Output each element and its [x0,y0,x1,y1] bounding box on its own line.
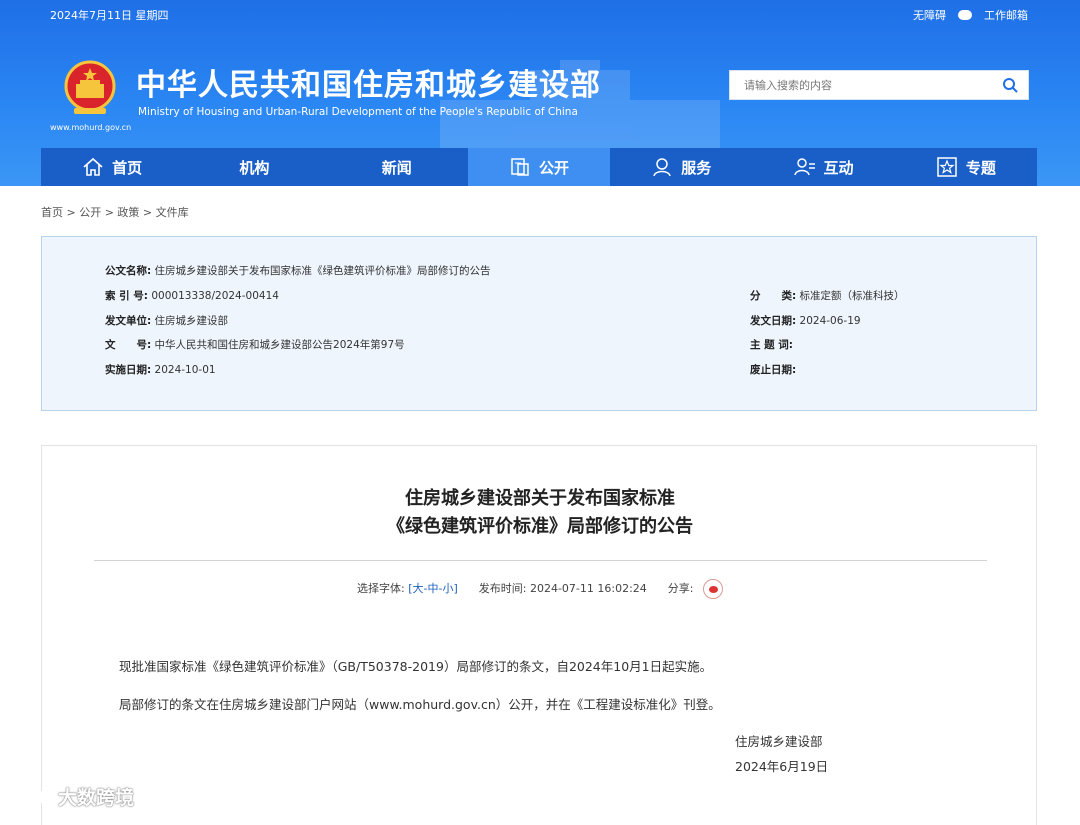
national-emblem-icon[interactable] [64,60,116,120]
service-icon [653,158,671,177]
nav-item-interact[interactable]: 互动 [752,148,894,186]
watermark: 大数跨境 [10,783,134,810]
article-paragraph-2: 局部修订的条文在住房城乡建设部门户网站（www.mohurd.gov.cn）公开… [119,697,721,712]
meta-index: 索 引 号: 000013338/2024-00414 [105,290,279,302]
interact-icon [793,158,815,176]
nav-item-news[interactable]: 新闻 [326,148,468,186]
star-icon [937,157,957,177]
home-icon [83,157,103,176]
search-icon [1003,78,1018,93]
search-button[interactable] [992,71,1028,99]
article-paragraph-1: 现批准国家标准《绿色建筑评价标准》（GB/T50378-2019）局部修订的条文… [119,659,713,674]
meta-doc-number: 文 号: 中华人民共和国住房和城乡建设部公告2024年第97号 [105,339,405,351]
font-size-small[interactable]: 小 [442,582,453,595]
nav-item-open[interactable]: 公开 [467,148,611,186]
breadcrumb[interactable]: 首页 > 公开 > 政策 > 文件库 [41,204,189,220]
site-subtitle: Ministry of Housing and Urban-Rural Deve… [138,106,578,118]
meta-subject: 主 题 词: [750,339,794,351]
article-sign-date: 2024年6月19日 [735,759,829,774]
publish-time: 2024-07-11 16:02:24 [529,582,647,595]
nav-item-home[interactable]: 首页 [41,148,183,186]
nav-item-organization[interactable]: 机构 [183,148,325,186]
weibo-share-icon[interactable] [703,579,723,599]
meta-category: 分 类: 标准定额（标准科技） [750,290,905,302]
meta-doc-name: 公文名称: 住房城乡建设部关于发布国家标准《绿色建筑评价标准》局部修订的公告 [105,265,491,277]
font-size-medium[interactable]: 中 [427,582,438,595]
work-email-link[interactable]: 工作邮箱 [984,7,1028,23]
nav-item-topics[interactable]: 专题 [895,148,1037,186]
search-input[interactable]: 请输入搜索的内容 [730,77,992,93]
meta-effective-date: 实施日期: 2024-10-01 [105,364,216,376]
meta-abolish-date: 废止日期: [750,364,797,376]
article-info-bar: 选择字体: [大-中-小] 发布时间: 2024-07-11 16:02:24 … [42,579,1038,599]
article-title-line1: 住房城乡建设部关于发布国家标准 [405,488,675,509]
main-nav: 首页 机构 新闻 公开 服务 互动 专题 [41,148,1037,186]
document-meta-panel: 公文名称: 住房城乡建设部关于发布国家标准《绿色建筑评价标准》局部修订的公告 索… [41,236,1037,411]
site-url: www.mohurd.gov.cn [50,123,132,132]
title-divider [94,560,987,561]
article-signer: 住房城乡建设部 [735,734,823,749]
meta-issue-date: 发文日期: 2024-06-19 [750,315,861,327]
search-box[interactable]: 请输入搜索的内容 [729,70,1029,100]
accessibility-link[interactable]: 无障碍 [913,7,946,23]
document-icon [511,158,529,176]
font-size-large[interactable]: 大 [413,582,424,595]
article-panel: 住房城乡建设部关于发布国家标准 《绿色建筑评价标准》局部修订的公告 选择字体: … [41,445,1037,825]
wechat-icon[interactable] [958,10,972,20]
nav-item-service[interactable]: 服务 [610,148,752,186]
watermark-logo-icon [11,788,52,806]
site-title[interactable]: 中华人民共和国住房和城乡建设部 [136,60,601,104]
top-links: 无障碍 工作邮箱 [913,7,1028,23]
current-date: 2024年7月11日 星期四 [50,9,169,22]
meta-issuer: 发文单位: 住房城乡建设部 [105,315,229,327]
site-header: 2024年7月11日 星期四 无障碍 工作邮箱 www.mohurd.gov.c… [0,0,1080,186]
article-title-line2: 《绿色建筑评价标准》局部修订的公告 [387,516,693,537]
